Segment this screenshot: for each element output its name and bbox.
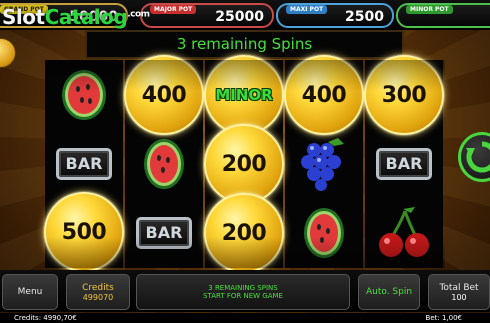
coin-symbol: 400 [124, 55, 204, 135]
menu-button[interactable]: Menu [2, 274, 58, 310]
status-credits: Credits: 4990,70€ [14, 314, 77, 322]
total-bet-label: Total Bet [439, 282, 479, 293]
status-bar: Credits: 4990,70€ Bet: 1,00€ [0, 313, 490, 323]
status-bet: Bet: 1,00€ [425, 314, 462, 322]
jackpot-maxi-label: MAXI POT [286, 5, 328, 14]
auto-spin-label: Auto. Spin [365, 287, 413, 297]
credits-display: Credits 499070 [66, 274, 130, 310]
coin-value: 200 [221, 220, 267, 246]
auto-spin-button[interactable]: Auto. Spin [358, 274, 420, 310]
jackpot-major: MAJOR POT 25000 [140, 3, 274, 28]
message-line-1: 3 REMAINING SPINS [208, 284, 278, 292]
refresh-icon [466, 141, 490, 173]
watermark-logo: SlotCatalog.com [2, 5, 150, 29]
jackpot-major-label: MAJOR POT [150, 5, 197, 14]
jackpot-minor: MINOR POT [396, 3, 490, 28]
coin-symbol: 200 [204, 193, 284, 273]
coin-symbol: MINOR [204, 55, 284, 135]
control-bar: Menu Credits 499070 3 REMAINING SPINS ST… [0, 270, 490, 312]
reel-area: BAR BAR BAR 500 400 MINOR 200 200 400 30… [44, 55, 445, 273]
jackpot-minor-label: MINOR POT [406, 5, 453, 14]
coin-minor-label: MINOR [215, 86, 273, 104]
menu-label: Menu [17, 287, 43, 297]
symbol-watermelon [45, 60, 123, 129]
jackpot-maxi: MAXI POT 2500 [276, 3, 394, 28]
jackpot-major-value: 25000 [215, 9, 264, 25]
message-line-2: START FOR NEW GAME [203, 292, 283, 300]
symbol-watermelon [285, 198, 363, 267]
grapes-icon [301, 137, 344, 191]
symbol-bar: BAR [125, 198, 203, 267]
total-bet-value: 100 [451, 292, 467, 302]
watermark-catalog: Catalog [44, 5, 128, 29]
coin-value: 500 [61, 219, 107, 245]
coin-symbol: 500 [44, 192, 124, 272]
watermark-slot: Slot [2, 5, 45, 29]
coin-value: 300 [381, 82, 427, 108]
watermelon-icon [62, 69, 106, 120]
coin-symbol: 300 [364, 55, 444, 135]
watermelon-icon [144, 138, 184, 189]
coin-value: 400 [141, 82, 187, 108]
symbol-bar: BAR [365, 129, 443, 198]
coin-symbol: 200 [204, 124, 284, 204]
symbol-bar: BAR [45, 129, 123, 198]
watermark-ext: .com [127, 9, 150, 20]
coin-value: 200 [221, 151, 267, 177]
jackpot-maxi-value: 2500 [345, 9, 384, 25]
symbol-watermelon [125, 129, 203, 198]
coin-value: 400 [301, 82, 347, 108]
bar-symbol-label: BAR [56, 147, 112, 180]
total-bet-button[interactable]: Total Bet 100 [428, 274, 490, 310]
credits-value: 499070 [82, 292, 114, 302]
coin-symbol: 400 [284, 55, 364, 135]
cherries-icon [379, 206, 429, 257]
start-button[interactable]: 3 REMAINING SPINS START FOR NEW GAME [136, 274, 350, 310]
bar-symbol-label: BAR [376, 147, 432, 180]
symbol-grapes [285, 129, 363, 198]
credits-label: Credits [82, 282, 114, 293]
symbol-cherries [365, 198, 443, 267]
bar-symbol-label: BAR [136, 216, 192, 249]
watermelon-icon [304, 207, 344, 258]
